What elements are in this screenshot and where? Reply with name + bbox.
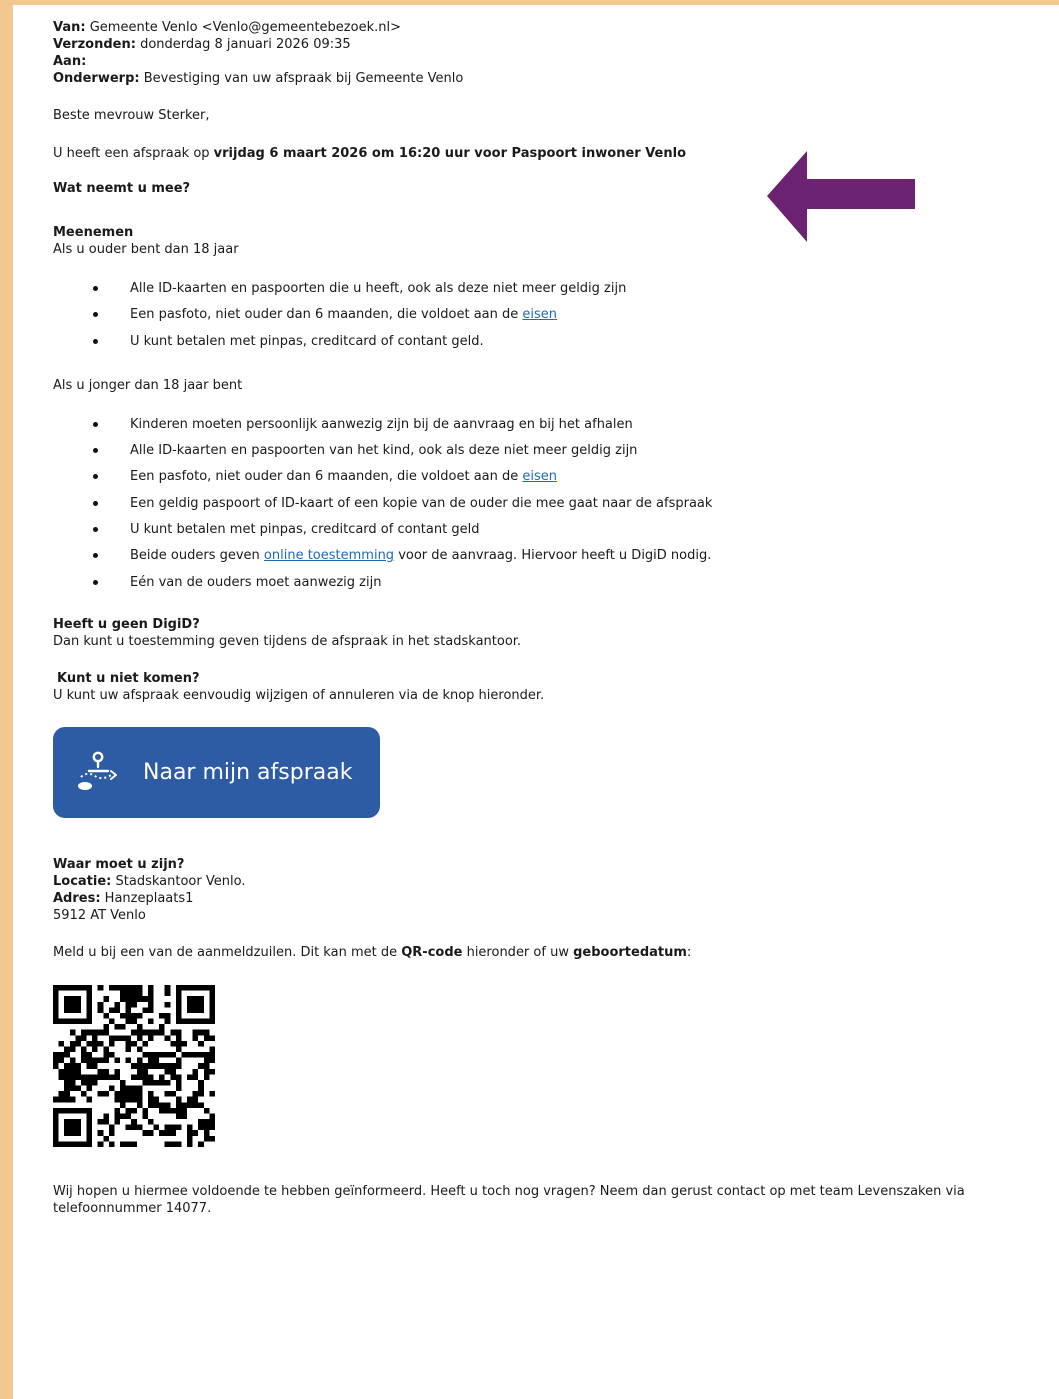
list-item: Een geldig paspoort of ID-kaart of een k… [53,491,1059,517]
from-line: Van: Gemeente Venlo <Venlo@gemeentebezoe… [53,20,401,35]
cannot-come-text: U kunt uw afspraak eenvoudig wijzigen of… [53,687,545,703]
postal-line: 5912 AT Venlo [53,907,146,923]
list-item: Alle ID-kaarten en paspoorten die u heef… [53,276,1059,302]
subject-value: Bevestiging van uw afspraak bij Gemeente… [143,71,464,86]
list-item: Eén van de ouders moet aanwezig zijn [53,570,1059,596]
left-arrow-annotation [767,151,915,242]
adult-list: Alle ID-kaarten en paspoorten die u heef… [53,276,1059,355]
list-item: Alle ID-kaarten en paspoorten van het ki… [53,438,1059,464]
minor-list: Kinderen moeten persoonlijk aanwezig zij… [53,412,1059,596]
appointment-details: vrijdag 6 maart 2026 om 16:20 uur voor P… [213,146,687,161]
closing-text: Wij hopen u hiermee voldoende te hebben … [53,1183,1059,1217]
email-header: Van: Gemeente Venlo <Venlo@gemeentebezoe… [53,19,1059,87]
closing-line-2: telefoonnummer 14077. [53,1200,212,1216]
my-appointment-button-label: Naar mijn afspraak [143,759,353,785]
sent-value: donderdag 8 januari 2026 09:35 [140,37,351,52]
sent-line: Verzonden: donderdag 8 januari 2026 09:3… [53,37,351,52]
online-consent-link[interactable]: online toestemming [264,548,394,563]
from-value: Gemeente Venlo <Venlo@gemeentebezoek.nl> [89,20,401,35]
minor-intro: Als u jonger dan 18 jaar bent [53,377,243,393]
to-line: Aan: [53,54,87,69]
address-line: Adres: Hanzeplaats1 [53,890,194,906]
my-appointment-button[interactable]: Naar mijn afspraak [53,726,380,818]
list-item: Beide ouders geven online toestemming vo… [53,543,1059,569]
location-line: Locatie: Stadskantoor Venlo. [53,873,246,889]
email-body: Van: Gemeente Venlo <Venlo@gemeentebezoe… [13,5,1059,1399]
no-digid-heading: Heeft u geen DigiD? [53,616,200,632]
location-route-icon [78,752,117,791]
adult-intro: Als u ouder bent dan 18 jaar [53,242,239,257]
cannot-come-heading: Kunt u niet komen? [57,670,200,686]
list-item: Een pasfoto, niet ouder dan 6 maanden, d… [53,302,1059,328]
list-item: Een pasfoto, niet ouder dan 6 maanden, d… [53,464,1059,490]
closing-line-1: Wij hopen u hiermee voldoende te hebben … [53,1183,965,1199]
list-item: U kunt betalen met pinpas, creditcard of… [53,329,1059,355]
list-item: Kinderen moeten persoonlijk aanwezig zij… [53,412,1059,438]
qr-code [53,984,215,1147]
subject-line: Onderwerp: Bevestiging van uw afspraak b… [53,71,464,86]
location-heading: Waar moet u zijn? [53,856,185,872]
eisen-link[interactable]: eisen [522,469,557,484]
checkin-instructions: Meld u bij een van de aanmeldzuilen. Dit… [53,944,692,960]
eisen-link[interactable]: eisen [522,307,557,322]
greeting: Beste mevrouw Sterker, [53,108,210,123]
list-item: U kunt betalen met pinpas, creditcard of… [53,517,1059,543]
no-digid-text: Dan kunt u toestemming geven tijdens de … [53,633,522,649]
